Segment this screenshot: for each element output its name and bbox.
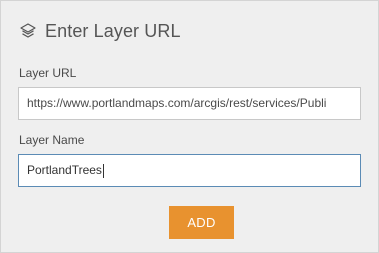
- layer-url-label: Layer URL: [19, 66, 77, 80]
- add-button[interactable]: ADD: [169, 206, 234, 239]
- layer-name-input[interactable]: PortlandTrees: [18, 154, 361, 187]
- layer-url-value: https://www.portlandmaps.com/arcgis/rest…: [27, 96, 327, 110]
- panel-title: Enter Layer URL: [45, 20, 181, 41]
- layers-icon: [19, 22, 37, 40]
- layer-name-value: PortlandTrees: [27, 163, 102, 177]
- panel-header: Enter Layer URL: [19, 19, 181, 43]
- layer-url-input[interactable]: https://www.portlandmaps.com/arcgis/rest…: [18, 87, 361, 120]
- enter-layer-url-panel: Enter Layer URL Layer URL https://www.po…: [0, 0, 379, 253]
- text-caret: [102, 163, 104, 178]
- layer-name-label: Layer Name: [19, 133, 85, 147]
